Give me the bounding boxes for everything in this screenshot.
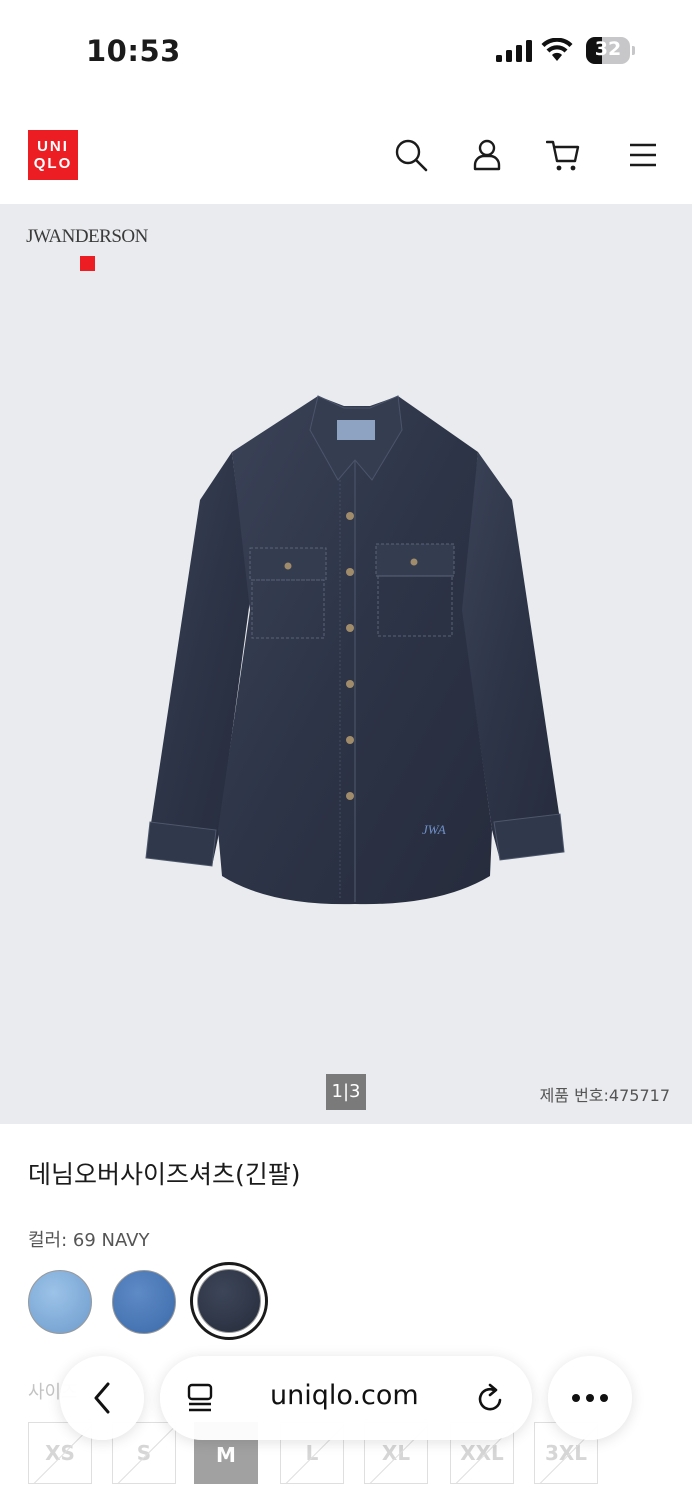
- status-bar: 10:53 32: [0, 0, 692, 104]
- product-title: 데님오버사이즈셔츠(긴팔): [28, 1160, 301, 1189]
- product-number: 제품 번호:475717: [539, 1086, 670, 1105]
- reload-icon[interactable]: [476, 1382, 506, 1414]
- chevron-left-icon: [94, 1382, 110, 1414]
- more-dots-icon: [572, 1394, 608, 1402]
- site-header: UNI QLO: [0, 104, 692, 204]
- collab-logo: JWANDERSON: [22, 226, 152, 276]
- address-bar[interactable]: uniqlo.com: [160, 1356, 532, 1440]
- account-icon[interactable]: [470, 138, 504, 172]
- uniqlo-logo[interactable]: UNI QLO: [28, 130, 78, 180]
- tab-overview-icon[interactable]: [186, 1382, 216, 1414]
- cellular-signal-icon: [496, 40, 532, 62]
- product-page: 10:53 32 UNI QLO JWANDERSON JWA 1|3 제품 번…: [0, 0, 692, 1500]
- search-icon[interactable]: [394, 138, 428, 172]
- color-label: 컬러: 69 NAVY: [28, 1230, 150, 1251]
- battery-icon: 32: [586, 37, 635, 64]
- battery-level: 32: [594, 38, 622, 60]
- collab-brand-text: JWANDERSON: [26, 226, 148, 247]
- logo-line-2: QLO: [33, 155, 73, 172]
- browser-toolbar: uniqlo.com: [0, 1340, 692, 1460]
- status-time: 10:53: [86, 34, 181, 68]
- color-swatch-blue[interactable]: [112, 1270, 176, 1334]
- product-image-gallery[interactable]: JWANDERSON JWA 1|3 제품 번호:475717: [0, 204, 692, 1124]
- svg-text:JWA: JWA: [422, 822, 446, 837]
- hamburger-menu-icon[interactable]: [626, 138, 660, 172]
- uniqlo-mini-logo: [79, 256, 95, 271]
- cart-icon[interactable]: [546, 138, 580, 172]
- denim-shirt-image: JWA: [145, 395, 565, 905]
- color-swatch-light-blue[interactable]: [28, 1270, 92, 1334]
- browser-more-button[interactable]: [548, 1356, 632, 1440]
- browser-back-button[interactable]: [60, 1356, 144, 1440]
- color-swatch-navy[interactable]: [197, 1269, 261, 1333]
- logo-line-1: UNI: [37, 138, 69, 155]
- wifi-icon: [541, 38, 573, 61]
- image-pager[interactable]: 1|3: [326, 1074, 366, 1110]
- url-text: uniqlo.com: [270, 1380, 419, 1411]
